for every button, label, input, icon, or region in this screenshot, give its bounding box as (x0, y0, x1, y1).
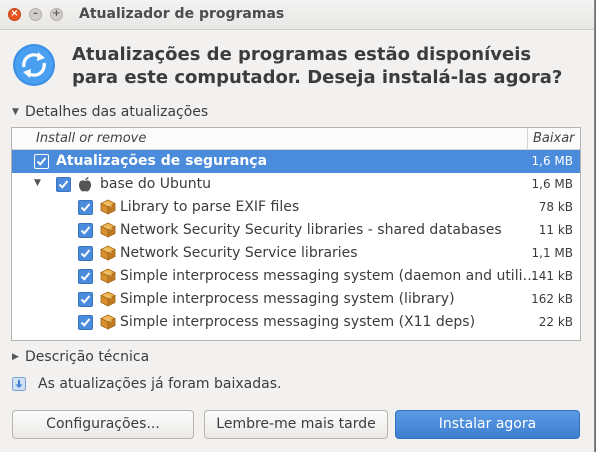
tree-row-package[interactable]: Simple interprocess messaging system (X1… (12, 311, 580, 334)
remind-later-button[interactable]: Lembre-me mais tarde (204, 410, 388, 439)
checkbox-package[interactable] (78, 292, 93, 307)
column-header-size[interactable]: Baixar (533, 131, 575, 146)
checkbox-package[interactable] (78, 200, 93, 215)
update-arrows-icon (13, 44, 55, 86)
checkmark-icon (36, 157, 47, 166)
tree-row-package[interactable]: Simple interprocess messaging system (li… (12, 288, 580, 311)
download-status-text: As atualizações já foram baixadas. (38, 376, 282, 392)
source-size: 1,6 MB (531, 177, 573, 191)
package-size: 1,1 MB (531, 246, 573, 260)
expander-closed-icon: ▶ (12, 352, 19, 362)
checkmark-icon (80, 249, 91, 258)
checkmark-icon (80, 203, 91, 212)
checkbox-package[interactable] (78, 269, 93, 284)
package-size: 11 kB (538, 223, 573, 237)
group-size: 1,6 MB (531, 154, 573, 168)
details-expander-label: Detalhes das atualizações (25, 104, 209, 120)
close-icon: × (10, 8, 19, 19)
updates-tree: Install or remove Baixar Atualizações de… (11, 127, 581, 341)
tree-header: Install or remove Baixar (12, 128, 580, 150)
package-icon (100, 199, 116, 215)
tree-row-ubuntu-base[interactable]: ▼ base do Ubuntu 1,6 MB (12, 173, 580, 196)
package-icon (100, 222, 116, 238)
maximize-icon: + (52, 8, 61, 19)
package-label: Simple interprocess messaging system (li… (120, 291, 455, 307)
package-size: 78 kB (538, 200, 573, 214)
update-manager-window: × – + Atualizador de programas Atualizaç… (0, 0, 595, 452)
column-divider (527, 128, 528, 149)
package-size: 22 kB (538, 315, 573, 329)
details-expander[interactable]: ▼ Detalhes das atualizações (12, 104, 208, 120)
checkbox-package[interactable] (78, 223, 93, 238)
package-size: 162 kB (531, 292, 573, 306)
checkbox-security-updates[interactable] (34, 154, 49, 169)
update-prompt-message: Atualizações de programas estão disponív… (72, 44, 563, 88)
maximize-window-button[interactable]: + (50, 8, 63, 21)
package-label: Network Security Service libraries (120, 245, 358, 261)
checkmark-icon (80, 272, 91, 281)
tree-row-security-updates[interactable]: Atualizações de segurança 1,6 MB (12, 150, 580, 173)
package-icon (100, 291, 116, 307)
tree-row-package[interactable]: Library to parse EXIF files 78 kB (12, 196, 580, 219)
checkmark-icon (80, 226, 91, 235)
minimize-icon: – (33, 8, 38, 19)
title-bar: × – + Atualizador de programas (0, 0, 594, 30)
apple-icon (79, 177, 91, 192)
close-window-button[interactable]: × (8, 8, 21, 21)
package-label: Simple interprocess messaging system (da… (120, 268, 537, 284)
package-icon (100, 314, 116, 330)
window-title: Atualizador de programas (79, 6, 285, 22)
checkmark-icon (80, 318, 91, 327)
checkbox-package[interactable] (78, 246, 93, 261)
checkmark-icon (58, 180, 69, 189)
package-label: Network Security Security libraries - sh… (120, 222, 502, 238)
settings-button[interactable]: Configurações... (12, 410, 194, 439)
tree-row-package[interactable]: Simple interprocess messaging system (da… (12, 265, 580, 288)
checkbox-package[interactable] (78, 315, 93, 330)
group-label: Atualizações de segurança (56, 153, 268, 169)
technical-expander[interactable]: ▶ Descrição técnica (12, 349, 149, 365)
package-size: 141 kB (531, 269, 573, 283)
minimize-window-button[interactable]: – (29, 8, 42, 21)
tree-row-package[interactable]: Network Security Security libraries - sh… (12, 219, 580, 242)
expander-open-icon: ▼ (12, 107, 19, 117)
install-now-button[interactable]: Instalar agora (395, 410, 580, 439)
source-label: base do Ubuntu (100, 176, 211, 192)
package-icon (100, 245, 116, 261)
tree-expand-icon[interactable]: ▼ (34, 178, 41, 188)
package-icon (100, 268, 116, 284)
package-label: Simple interprocess messaging system (X1… (120, 314, 476, 330)
technical-expander-label: Descrição técnica (25, 349, 150, 365)
download-icon (12, 377, 26, 391)
tree-row-package[interactable]: Network Security Service libraries 1,1 MB (12, 242, 580, 265)
column-header-name[interactable]: Install or remove (36, 131, 146, 146)
checkbox-ubuntu-base[interactable] (56, 177, 71, 192)
checkmark-icon (80, 295, 91, 304)
package-label: Library to parse EXIF files (120, 199, 300, 215)
